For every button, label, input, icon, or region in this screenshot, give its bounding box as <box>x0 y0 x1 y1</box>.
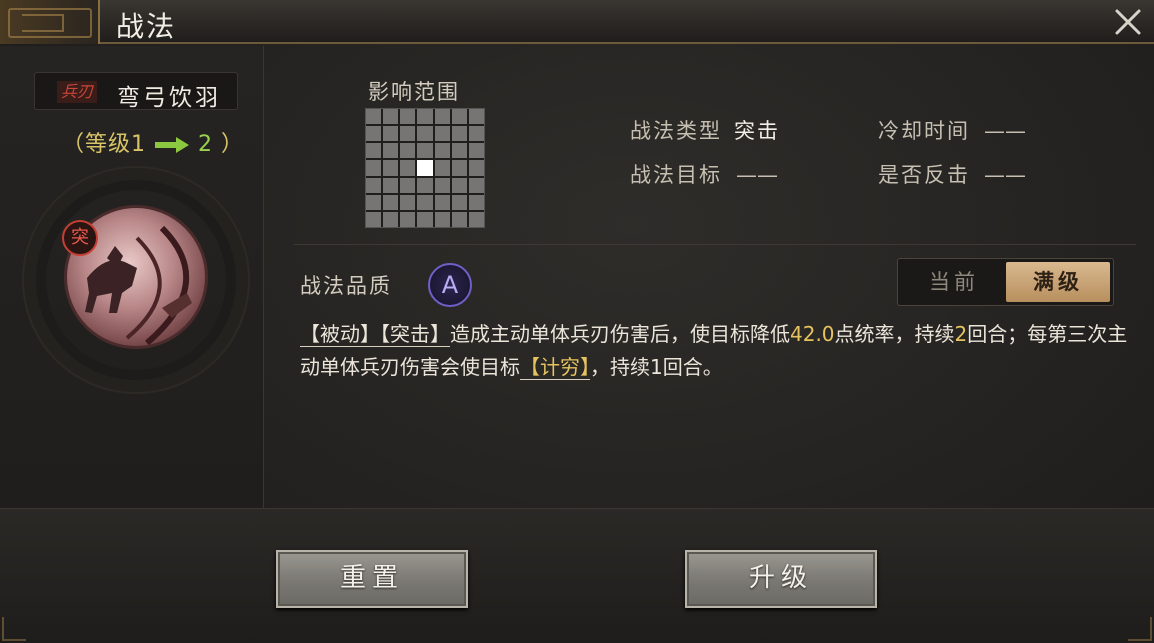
range-cell <box>383 194 399 210</box>
corner-ornament-right <box>1128 617 1152 641</box>
counter-label: 是否反击 <box>878 163 970 187</box>
footer-bar <box>0 508 1154 643</box>
range-cell <box>366 143 382 159</box>
tag-assault[interactable]: 【突击】 <box>380 322 450 347</box>
skill-name-box: 兵刃 弯弓饮羽 <box>34 72 238 111</box>
range-cell <box>417 109 433 125</box>
range-cell <box>451 160 467 176</box>
range-cell <box>417 211 433 227</box>
range-cell <box>400 194 416 210</box>
range-cell <box>383 160 399 176</box>
quality-badge: A <box>428 263 472 307</box>
level-from: （等级1 <box>62 132 146 157</box>
level-to: 2 <box>198 132 213 157</box>
skill-window: 战法 兵刃 弯弓饮羽 （等级1 2 ） 突 影响范围 战法类型 突击 冷却时间 … <box>0 0 1154 643</box>
section-divider <box>294 244 1136 245</box>
range-cell <box>434 126 450 142</box>
level-close: ） <box>221 132 245 157</box>
skill-type-row: 战法类型 突击 <box>630 115 780 145</box>
range-cell <box>400 109 416 125</box>
range-cell <box>468 177 484 193</box>
range-cell <box>383 109 399 125</box>
range-cell <box>451 126 467 142</box>
range-cell <box>400 211 416 227</box>
range-grid <box>365 108 485 228</box>
close-button[interactable] <box>1110 4 1146 40</box>
range-cell <box>434 211 450 227</box>
skill-description: 【被动】【突击】造成主动单体兵刃伤害后，使目标降低42.0点统率，持续2回合；每… <box>300 318 1130 384</box>
range-cell <box>366 160 382 176</box>
range-cell <box>400 177 416 193</box>
counter-row: 是否反击 —— <box>878 159 1026 189</box>
range-cell <box>366 211 382 227</box>
cooldown-label: 冷却时间 <box>878 119 970 143</box>
title-bar: 战法 <box>0 0 1154 44</box>
level-indicator: （等级1 2 ） <box>62 126 244 158</box>
range-cell <box>468 109 484 125</box>
range-cell <box>383 211 399 227</box>
range-cell <box>468 160 484 176</box>
counter-value: —— <box>984 163 1026 187</box>
tab-max-level[interactable]: 满级 <box>1006 262 1110 302</box>
arrow-right-icon <box>155 137 189 153</box>
reset-button[interactable]: 重置 <box>276 550 468 608</box>
range-cell <box>434 109 450 125</box>
tag-exhausted[interactable]: 【计穷】 <box>520 355 590 380</box>
quality-label: 战法品质 <box>300 274 392 298</box>
range-cell <box>434 160 450 176</box>
assault-badge: 突 <box>62 220 98 256</box>
range-cell <box>383 177 399 193</box>
range-cell <box>417 194 433 210</box>
desc-part-4: ，持续1回合。 <box>590 355 723 379</box>
cooldown-row: 冷却时间 —— <box>878 115 1026 145</box>
skill-type-value: 突击 <box>734 119 780 143</box>
tab-current[interactable]: 当前 <box>902 262 1006 302</box>
range-cell <box>468 143 484 159</box>
range-cell <box>434 143 450 159</box>
window-title: 战法 <box>116 10 177 43</box>
skill-type-tag: 兵刃 <box>57 81 98 103</box>
desc-value-2: 2 <box>954 322 968 346</box>
range-cell <box>383 126 399 142</box>
range-cell <box>366 109 382 125</box>
tag-passive: 【被动】 <box>300 322 380 347</box>
range-cell <box>451 194 467 210</box>
range-cell <box>451 143 467 159</box>
skill-name: 弯弓饮羽 <box>117 85 221 111</box>
desc-part-2: 点统率，持续 <box>834 322 955 346</box>
range-cell <box>451 109 467 125</box>
range-cell <box>383 143 399 159</box>
range-cell <box>400 126 416 142</box>
desc-value-1: 42.0 <box>790 322 835 346</box>
range-cell <box>468 194 484 210</box>
title-ornament <box>0 0 100 44</box>
range-cell <box>434 194 450 210</box>
range-cell <box>451 211 467 227</box>
range-cell <box>417 177 433 193</box>
range-cell <box>400 143 416 159</box>
range-cell <box>366 126 382 142</box>
range-cell <box>451 177 467 193</box>
level-view-toggle: 当前 满级 <box>897 258 1114 306</box>
range-label: 影响范围 <box>368 80 460 104</box>
range-cell <box>400 160 416 176</box>
range-cell <box>434 177 450 193</box>
cooldown-value: —— <box>984 119 1026 143</box>
range-cell <box>468 126 484 142</box>
range-cell <box>417 126 433 142</box>
skill-target-label: 战法目标 <box>630 163 722 187</box>
close-icon <box>1115 9 1141 35</box>
upgrade-button[interactable]: 升级 <box>685 550 877 608</box>
skill-target-value: —— <box>736 163 778 187</box>
range-cell <box>366 194 382 210</box>
desc-part-1: 造成主动单体兵刃伤害后，使目标降低 <box>450 322 790 346</box>
range-cell <box>417 143 433 159</box>
range-cell-center <box>417 160 433 176</box>
range-cell <box>468 211 484 227</box>
skill-target-row: 战法目标 —— <box>630 159 778 189</box>
corner-ornament-left <box>2 617 26 641</box>
range-cell <box>366 177 382 193</box>
skill-type-label: 战法类型 <box>630 119 722 143</box>
